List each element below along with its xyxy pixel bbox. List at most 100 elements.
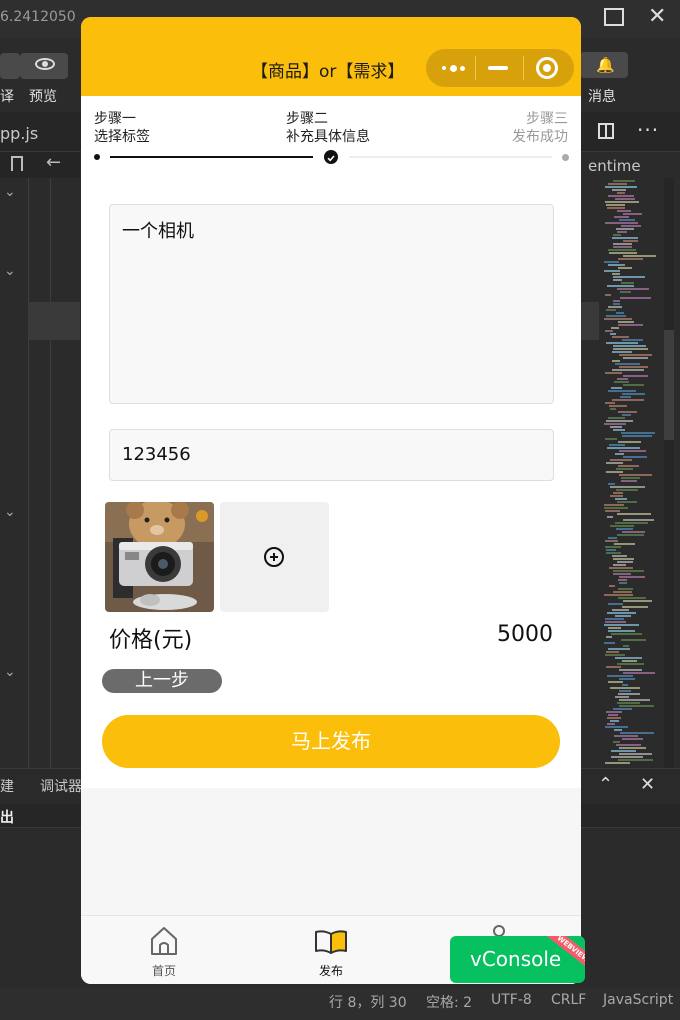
simulator-screen: 【商品】or【需求】 步骤一 选择标签 步骤二 补充具体信息 步骤三 发布成功 — [81, 17, 581, 984]
more-menu-icon[interactable] — [442, 64, 466, 72]
minimap-line — [623, 456, 647, 458]
minimap-line — [618, 588, 633, 590]
fold-chevron-icon[interactable]: ⌄ — [4, 664, 16, 680]
minimap-line — [622, 738, 643, 740]
publish-form: 步骤一 选择标签 步骤二 补充具体信息 步骤三 发布成功 一个相机 123456 — [81, 96, 581, 788]
minimap-line — [614, 735, 638, 737]
compile-button[interactable] — [0, 53, 20, 79]
minimap-line — [610, 333, 616, 335]
minimap-line — [618, 258, 643, 260]
indent-setting[interactable]: 空格: 2 — [426, 992, 472, 1012]
uploaded-photo[interactable] — [105, 502, 214, 612]
encoding[interactable]: UTF-8 — [491, 992, 532, 1008]
fold-chevron-icon[interactable]: ⌄ — [4, 263, 16, 279]
step-two: 步骤二 补充具体信息 — [286, 110, 370, 146]
minimap-line — [608, 681, 623, 683]
more-icon[interactable]: ··· — [637, 118, 659, 142]
bell-icon: 🔔 — [596, 56, 615, 74]
minimap-line — [615, 498, 627, 500]
language-mode[interactable]: JavaScript — [603, 992, 673, 1008]
eye-icon — [35, 58, 55, 70]
minimap-line — [620, 732, 654, 734]
back-arrow-icon[interactable]: ← — [46, 152, 61, 173]
minimap-line — [604, 507, 628, 509]
minimap-line — [612, 351, 632, 353]
cursor-position[interactable]: 行 8，列 30 — [329, 992, 407, 1012]
minimize-icon[interactable] — [488, 66, 508, 70]
minimap-line — [612, 237, 638, 239]
current-step-check-icon — [324, 150, 338, 164]
minimap-line — [622, 684, 628, 686]
publish-button[interactable]: 马上发布 — [102, 715, 560, 768]
minimap-line — [615, 453, 624, 455]
current-line-highlight — [28, 302, 80, 340]
minimap-line — [606, 471, 623, 473]
minimap-line — [622, 414, 631, 416]
step-three-desc: 发布成功 — [512, 129, 568, 145]
close-icon[interactable]: ✕ — [648, 4, 666, 29]
minimap-line — [622, 660, 637, 662]
minimap-line — [605, 540, 618, 542]
minimap-line — [605, 372, 622, 374]
line-ending[interactable]: CRLF — [551, 992, 586, 1008]
minimap-line — [619, 582, 627, 584]
tab-file[interactable]: pp.js — [0, 124, 38, 143]
minimap-line — [605, 294, 611, 296]
tab-home[interactable]: 首页 — [134, 916, 194, 984]
minimap-line — [616, 228, 634, 230]
scrollbar-thumb[interactable] — [664, 330, 674, 440]
minimap-line — [617, 534, 644, 536]
minimap-line — [614, 381, 629, 383]
chevron-up-icon[interactable]: ⌃ — [598, 774, 613, 795]
price-value[interactable]: 5000 — [497, 622, 553, 647]
minimap-line — [615, 198, 635, 200]
minimap-line — [619, 678, 635, 680]
minimap-line — [619, 699, 650, 701]
vconsole-button[interactable]: vConsole WEBVIEW — [450, 936, 585, 983]
minimap-line — [606, 666, 621, 668]
fold-chevron-icon[interactable]: ⌄ — [4, 184, 16, 200]
maximize-icon[interactable] — [604, 8, 624, 26]
step-one-name: 步骤一 — [94, 111, 136, 127]
split-editor-icon[interactable] — [598, 123, 614, 139]
minimap-line — [606, 711, 622, 713]
minimap-line — [608, 603, 623, 605]
exit-icon[interactable] — [536, 57, 558, 79]
previous-step-button[interactable]: 上一步 — [102, 669, 222, 693]
minimap-line — [619, 690, 631, 692]
minimap-line — [613, 303, 620, 305]
step-one-desc: 选择标签 — [94, 129, 150, 145]
minimap[interactable] — [600, 178, 660, 768]
editor-scrollbar[interactable] — [664, 178, 674, 768]
close-panel-icon[interactable]: ✕ — [640, 774, 655, 795]
minimap-line — [605, 402, 615, 404]
minimap-line — [610, 495, 623, 497]
bookmark-icon[interactable] — [11, 156, 23, 171]
fold-chevron-icon[interactable]: ⌄ — [4, 504, 16, 520]
minimap-line — [614, 729, 622, 731]
minimap-line — [610, 486, 645, 488]
messages-label: 消息 — [588, 89, 616, 105]
current-line-highlight — [581, 302, 599, 340]
minimap-line — [619, 747, 646, 749]
bottom-tab-debugger[interactable]: 调试器 — [40, 776, 82, 796]
tab-publish[interactable]: 发布 — [301, 916, 361, 984]
minimap-line — [619, 669, 642, 671]
minimap-line — [616, 489, 638, 491]
minimap-line — [607, 516, 613, 518]
minimap-line — [613, 243, 632, 245]
add-photo-button[interactable] — [220, 502, 329, 612]
minimap-line — [613, 564, 626, 566]
add-circle-icon — [264, 547, 284, 567]
minimap-line — [611, 633, 642, 635]
contact-input[interactable]: 123456 — [109, 429, 554, 481]
minimap-line — [612, 399, 644, 401]
description-textarea[interactable]: 一个相机 — [109, 204, 554, 404]
bottom-tab-build[interactable]: 建 — [0, 776, 14, 796]
minimap-line — [604, 504, 624, 506]
minimap-line — [617, 513, 651, 515]
minimap-line — [622, 339, 643, 341]
progress-line-pending — [349, 156, 552, 158]
minimap-line — [605, 726, 628, 728]
compile-label: 译 — [0, 89, 14, 105]
